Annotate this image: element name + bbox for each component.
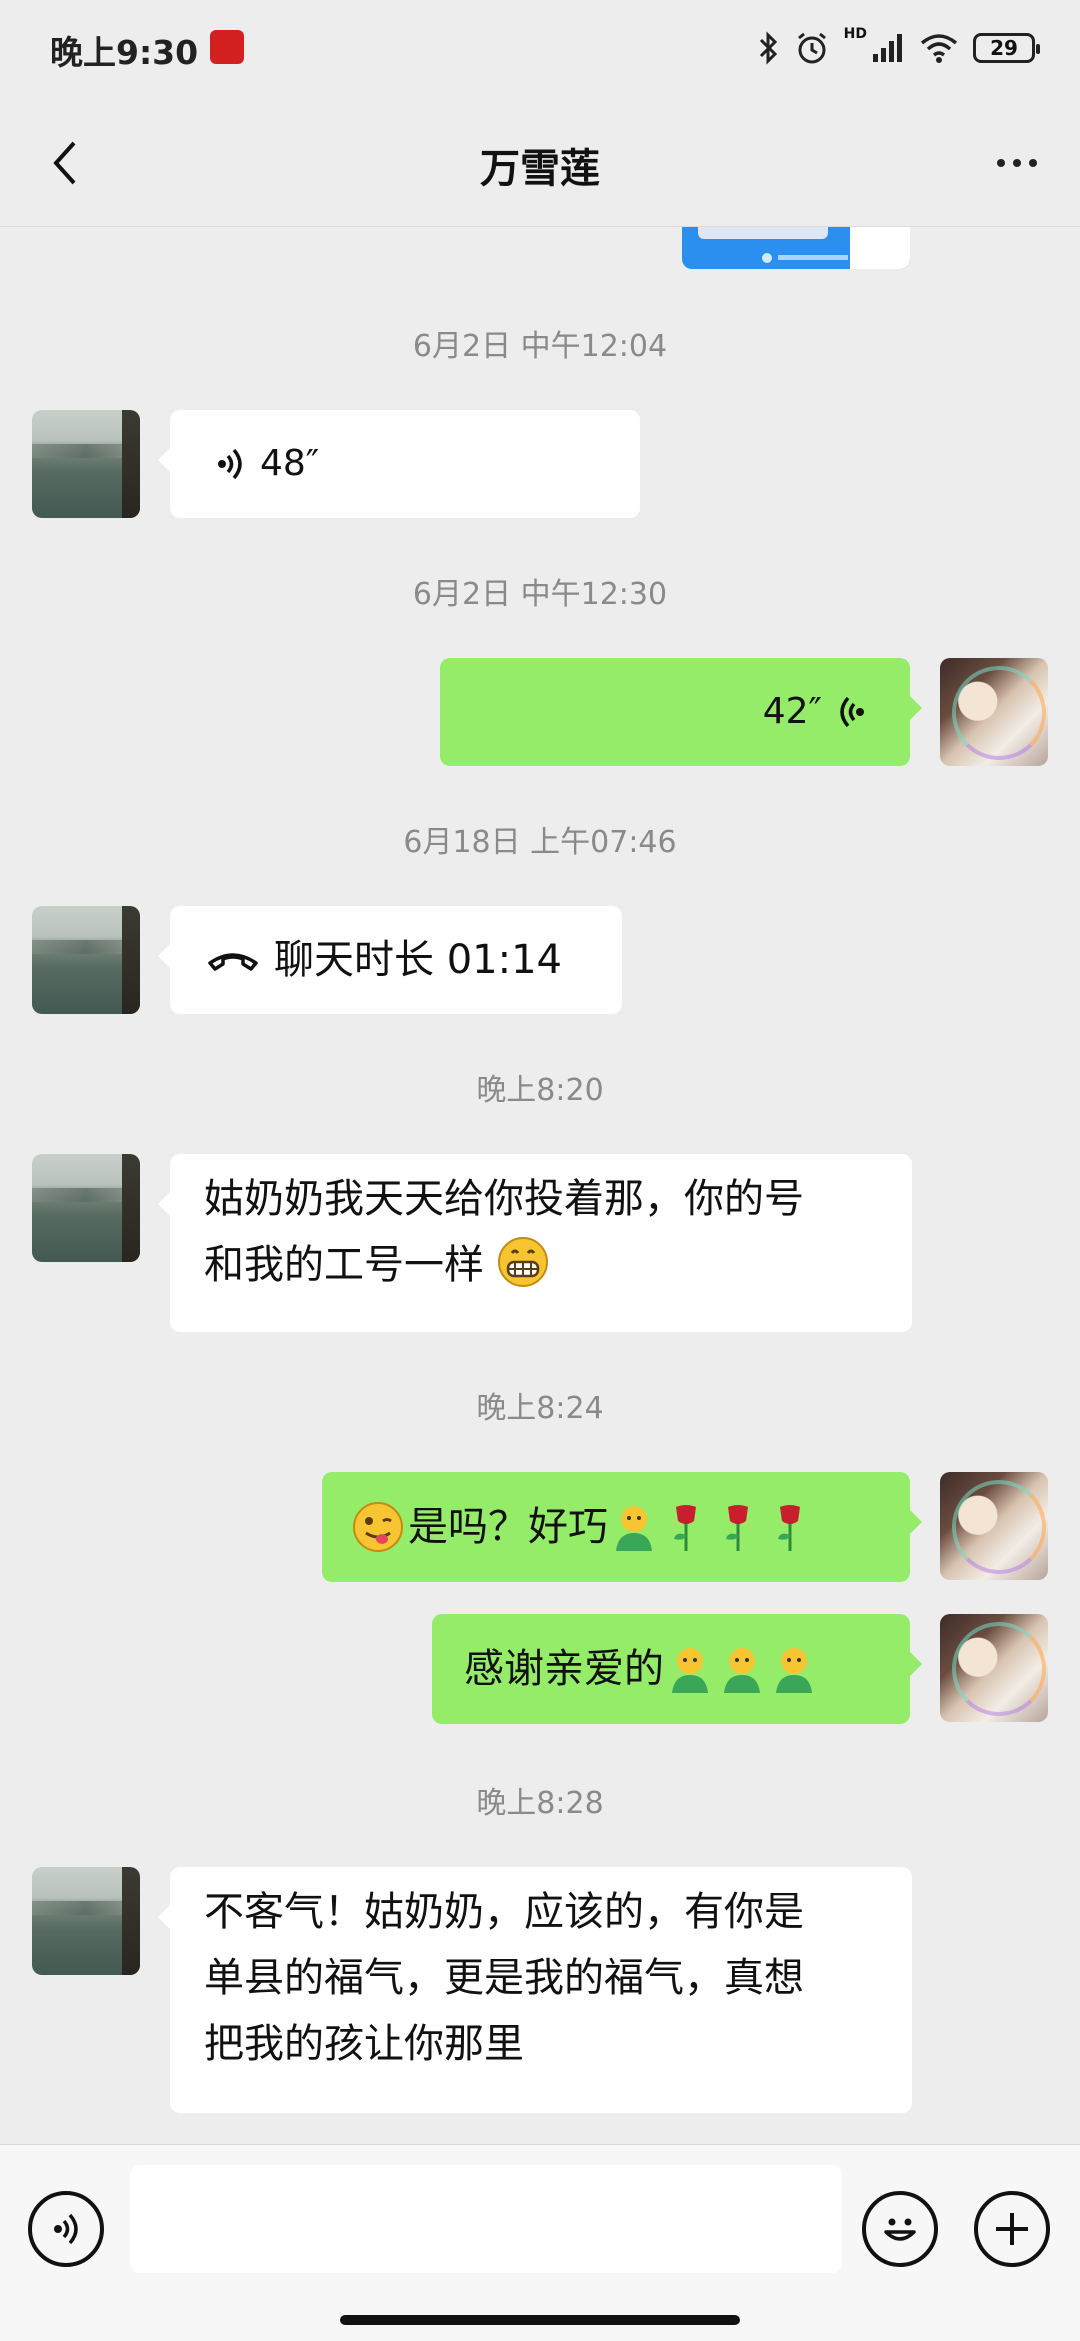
- green-figure-emoji-icon: [776, 1648, 812, 1693]
- battery-level: 29: [990, 36, 1018, 60]
- bluetooth-icon: [759, 31, 777, 65]
- message-line: 不客气！姑奶奶，应该的，有你是: [204, 1889, 804, 1935]
- grinning-face-emoji-icon: [497, 1237, 548, 1287]
- text-message-bubble[interactable]: 感谢亲爱的: [432, 1614, 922, 1724]
- message-line: 单县的福气，更是我的福气，真想: [204, 1955, 804, 2001]
- hd-label: HD: [843, 26, 867, 42]
- winking-tongue-emoji-icon: [353, 1502, 403, 1552]
- alarm-icon: [797, 32, 826, 64]
- plus-icon[interactable]: [974, 2191, 1050, 2267]
- timestamp: 晚上8:20: [476, 1073, 604, 1108]
- rose-emoji-icon: [778, 1505, 800, 1551]
- emoji-icon[interactable]: [862, 2191, 938, 2267]
- chat-header: 万雪莲: [0, 100, 1080, 227]
- call-record-bubble[interactable]: 聊天时长 01:14: [158, 906, 622, 1014]
- voice-message-bubble[interactable]: 48″: [158, 410, 640, 518]
- chat-title: 万雪莲: [480, 146, 600, 192]
- voice-wave-icon: [840, 696, 864, 728]
- signal-icon: [873, 34, 902, 62]
- message-line: 把我的孩让你那里: [204, 2021, 524, 2067]
- rose-emoji-icon: [674, 1505, 696, 1551]
- message-input[interactable]: [130, 2165, 842, 2273]
- timestamp: 6月2日 中午12:04: [412, 329, 668, 364]
- plus-glyph-icon: [996, 2213, 1028, 2245]
- message-list[interactable]: 6月2日 中午12:04 48″ 6月2日 中午12:30 42″ 6月18日 …: [0, 227, 1080, 2144]
- status-time: 晚上9:30: [50, 33, 199, 72]
- my-avatar[interactable]: [940, 658, 1048, 766]
- timestamp: 晚上8:24: [476, 1391, 604, 1426]
- battery-icon: 29: [973, 33, 1040, 63]
- image-message-partial[interactable]: [682, 227, 910, 269]
- voice-duration: 42″: [762, 691, 822, 732]
- text-message-bubble[interactable]: 不客气！姑奶奶，应该的，有你是 单县的福气，更是我的福气，真想 把我的孩让你那里: [158, 1867, 912, 2113]
- status-bar: 晚上9:30 HD 29: [0, 0, 1080, 100]
- timestamp: 6月18日 上午07:46: [403, 825, 677, 860]
- green-figure-emoji-icon: [724, 1648, 760, 1693]
- voice-wave-icon: [54, 2213, 78, 2245]
- green-figure-emoji-icon: [616, 1506, 652, 1551]
- voice-wave-icon: [218, 448, 242, 480]
- message-line-with-emoji: 和我的工号一样: [204, 1232, 878, 1298]
- status-icons: HD 29: [756, 26, 1040, 70]
- avatar[interactable]: [32, 906, 140, 1014]
- call-duration-text: 聊天时长 01:14: [274, 937, 562, 983]
- wifi-icon: [920, 34, 958, 63]
- rose-emoji-icon: [726, 1505, 748, 1551]
- avatar[interactable]: [32, 410, 140, 518]
- phone-hangup-icon: [208, 953, 258, 971]
- green-figure-emoji-icon: [672, 1648, 708, 1693]
- more-dots-icon[interactable]: [982, 128, 1052, 198]
- message-line: 和我的工号一样: [204, 1242, 484, 1288]
- home-indicator[interactable]: [340, 2315, 740, 2325]
- voice-icon[interactable]: [28, 2191, 104, 2267]
- timestamp: 晚上8:28: [476, 1786, 604, 1821]
- voice-message-bubble[interactable]: 42″: [440, 658, 922, 766]
- text-message-bubble[interactable]: 姑奶奶我天天给你投着那，你的号 和我的工号一样: [158, 1154, 912, 1332]
- text-message-bubble[interactable]: 是吗？好巧: [322, 1472, 922, 1582]
- red-app-badge-icon: [210, 30, 244, 64]
- message-text: 感谢亲爱的: [464, 1646, 664, 1692]
- timestamp: 6月2日 中午12:30: [412, 577, 668, 612]
- message-line: 姑奶奶我天天给你投着那，你的号: [204, 1176, 804, 1222]
- my-avatar[interactable]: [940, 1472, 1048, 1580]
- avatar[interactable]: [32, 1867, 140, 1975]
- my-avatar[interactable]: [940, 1614, 1048, 1722]
- message-composer: [0, 2144, 1080, 2341]
- smiley-icon: [884, 2218, 916, 2241]
- message-text: 是吗？好巧: [408, 1504, 608, 1550]
- voice-duration: 48″: [260, 443, 320, 484]
- avatar[interactable]: [32, 1154, 140, 1262]
